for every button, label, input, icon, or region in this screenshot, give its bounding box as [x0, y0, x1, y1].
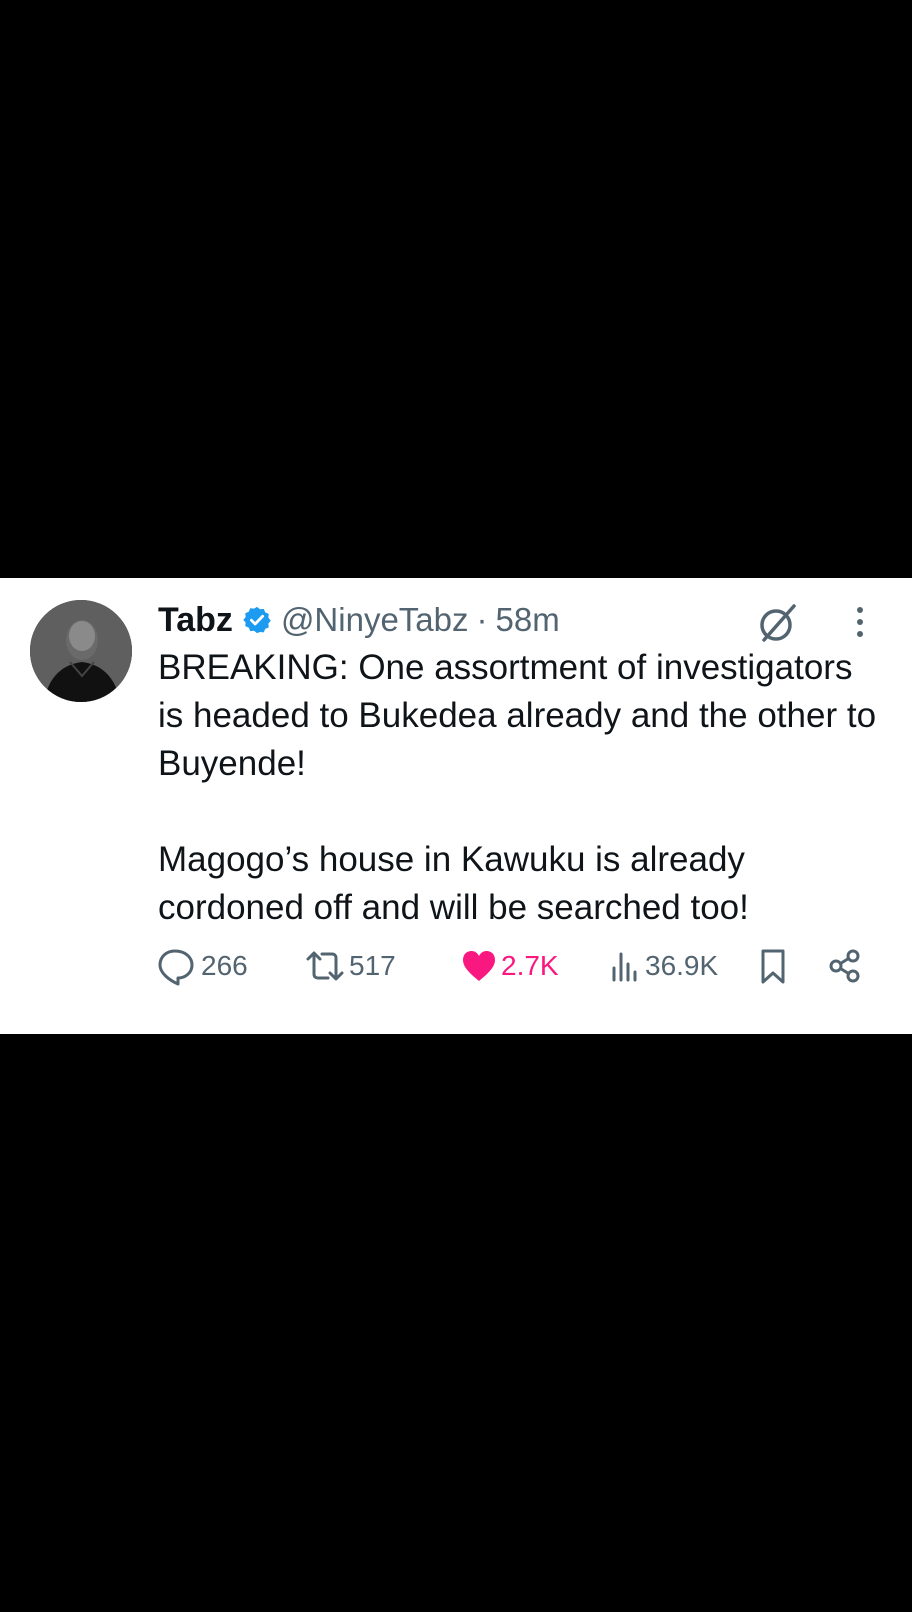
tweet-text: BREAKING: One assortment of investigator…	[158, 644, 878, 932]
separator-dot: ·	[476, 601, 488, 638]
user-handle[interactable]: @NinyeTabz	[281, 601, 469, 639]
avatar[interactable]	[30, 600, 132, 702]
repost-icon	[306, 951, 344, 981]
views-button[interactable]: 36.9K	[608, 944, 718, 988]
tweet-header: Tabz @NinyeTabz · 58m	[158, 598, 560, 642]
view-count: 36.9K	[645, 950, 719, 981]
tweet-paragraph: Magogo’s house in Kawuku is already cord…	[158, 840, 749, 927]
timestamp[interactable]: 58m	[496, 601, 560, 639]
avatar-image	[30, 600, 132, 702]
views-icon	[612, 952, 637, 982]
reply-button[interactable]: 266	[156, 944, 248, 988]
share-icon	[829, 949, 860, 983]
tweet-card[interactable]: Tabz @NinyeTabz · 58m BREAKING: One asso…	[0, 578, 912, 1034]
tweet-paragraph: BREAKING: One assortment of investigator…	[158, 648, 877, 783]
like-count: 2.7K	[501, 950, 559, 981]
share-button[interactable]	[826, 944, 866, 988]
tweet-actions: 266 517 2.7K 36.9K	[156, 944, 876, 988]
reply-count: 266	[201, 950, 248, 981]
bookmark-button[interactable]	[756, 944, 790, 988]
more-options-icon[interactable]	[848, 600, 872, 644]
bookmark-icon	[761, 949, 785, 984]
like-icon	[463, 951, 495, 981]
reply-icon	[158, 949, 194, 986]
grok-icon[interactable]	[756, 602, 798, 644]
repost-button[interactable]: 517	[304, 944, 396, 988]
like-button[interactable]: 2.7K	[460, 944, 559, 988]
repost-count: 517	[349, 950, 396, 981]
verified-badge-icon	[242, 605, 272, 635]
display-name[interactable]: Tabz	[158, 601, 233, 640]
